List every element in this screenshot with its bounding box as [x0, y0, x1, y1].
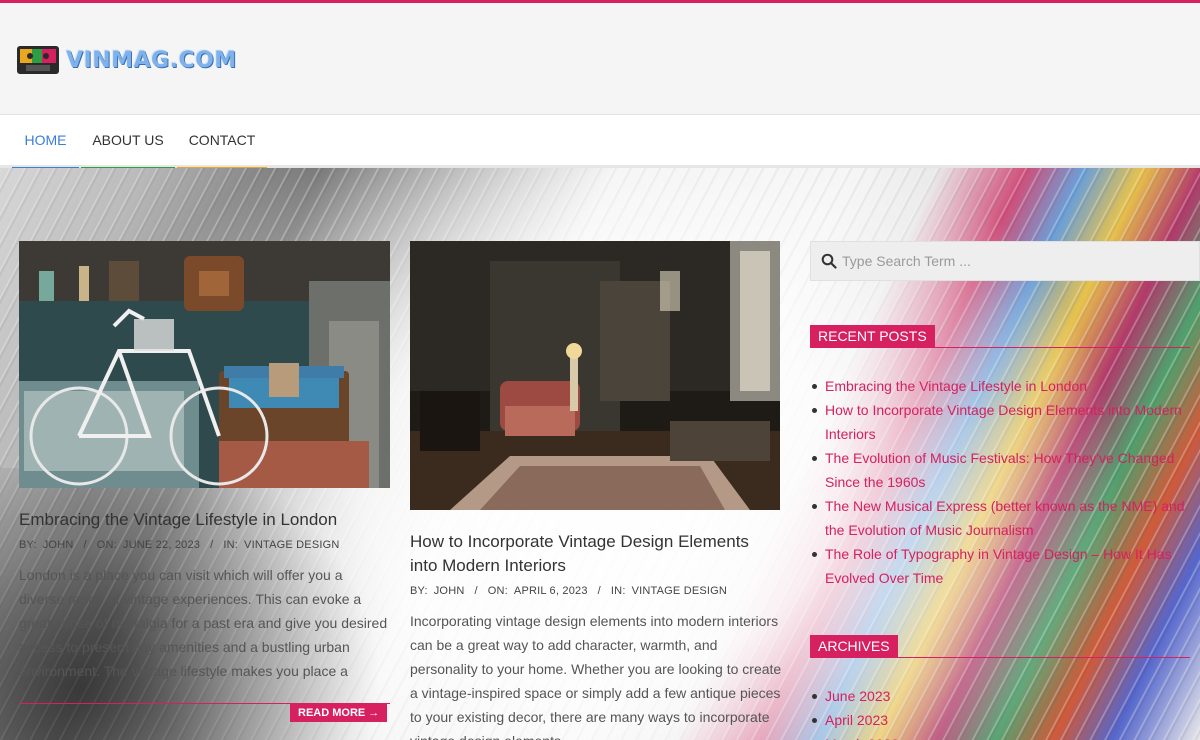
widget-title: RECENT POSTS	[810, 325, 935, 348]
archive-link[interactable]: April 2023	[810, 708, 1190, 732]
recent-post-link[interactable]: The New Musical Express (better known as…	[810, 494, 1195, 542]
post-title[interactable]: How to Incorporate Vintage Design Elemen…	[410, 530, 780, 578]
recent-posts-list: Embracing the Vintage Lifestyle in Londo…	[810, 374, 1195, 590]
cassette-logo-icon	[17, 46, 59, 74]
meta-separator: /	[597, 585, 601, 597]
search-box	[810, 241, 1200, 281]
archives-heading: ARCHIVES	[810, 635, 1190, 658]
meta-label: ON:	[96, 539, 117, 551]
nav-item-label: HOME	[24, 132, 67, 148]
post-date[interactable]: APRIL 6, 2023	[514, 585, 588, 597]
meta-separator: /	[210, 539, 214, 551]
meta-label: BY:	[410, 585, 428, 597]
search-input[interactable]	[842, 242, 1182, 280]
meta-label: IN:	[223, 539, 239, 551]
main-navigation: HOME ABOUT US CONTACT	[0, 116, 1200, 170]
site-header: VINMAG.COM	[0, 3, 1200, 115]
post-thumbnail-bicycle-suitcase[interactable]	[19, 241, 390, 488]
recent-posts-heading: RECENT POSTS	[810, 325, 1190, 348]
nav-item-home[interactable]: HOME	[12, 116, 79, 170]
nav-item-about-us[interactable]: ABOUT US	[81, 116, 175, 170]
nav-item-contact[interactable]: CONTACT	[177, 116, 267, 170]
read-more-button[interactable]: READ MORE →	[290, 704, 388, 722]
widget-title: ARCHIVES	[810, 635, 898, 658]
recent-post-link[interactable]: The Role of Typography in Vintage Design…	[810, 542, 1195, 590]
meta-label: BY:	[19, 539, 37, 551]
recent-post-link[interactable]: Embracing the Vintage Lifestyle in Londo…	[810, 374, 1195, 398]
post-category[interactable]: VINTAGE DESIGN	[244, 539, 340, 551]
post-thumbnail-vintage-interior[interactable]	[410, 241, 780, 510]
post-date[interactable]: JUNE 22, 2023	[123, 539, 200, 551]
meta-label: IN:	[610, 585, 626, 597]
archive-link[interactable]: June 2023	[810, 684, 1190, 708]
post-author[interactable]: JOHN	[434, 585, 465, 597]
post-author[interactable]: JOHN	[43, 539, 74, 551]
post-meta: BY: JOHN / ON: JUNE 22, 2023 / IN: VINTAGE DESI…	[19, 539, 340, 551]
site-name: VINMAG.COM	[66, 47, 237, 73]
archive-link[interactable]: March 2023	[810, 732, 1190, 740]
post-title[interactable]: Embracing the Vintage Lifestyle in Londo…	[19, 508, 390, 532]
post-excerpt: Incorporating vintage design elements in…	[410, 613, 782, 740]
meta-label: ON:	[487, 585, 508, 597]
post-excerpt: London is a place you can visit which wi…	[19, 567, 388, 679]
search-icon[interactable]	[821, 253, 837, 269]
meta-separator: /	[83, 539, 87, 551]
site-logo[interactable]: VINMAG.COM	[17, 46, 237, 74]
archives-list: June 2023 April 2023 March 2023	[810, 684, 1190, 740]
nav-item-label: CONTACT	[188, 132, 256, 148]
recent-post-link[interactable]: The Evolution of Music Festivals: How Th…	[810, 446, 1195, 494]
meta-separator: /	[474, 585, 478, 597]
post-meta: BY: JOHN / ON: APRIL 6, 2023 / IN: VINTAGE DESI…	[410, 585, 727, 597]
recent-post-link[interactable]: How to Incorporate Vintage Design Elemen…	[810, 398, 1195, 446]
post-category[interactable]: VINTAGE DESIGN	[632, 585, 728, 597]
nav-item-label: ABOUT US	[92, 132, 164, 148]
